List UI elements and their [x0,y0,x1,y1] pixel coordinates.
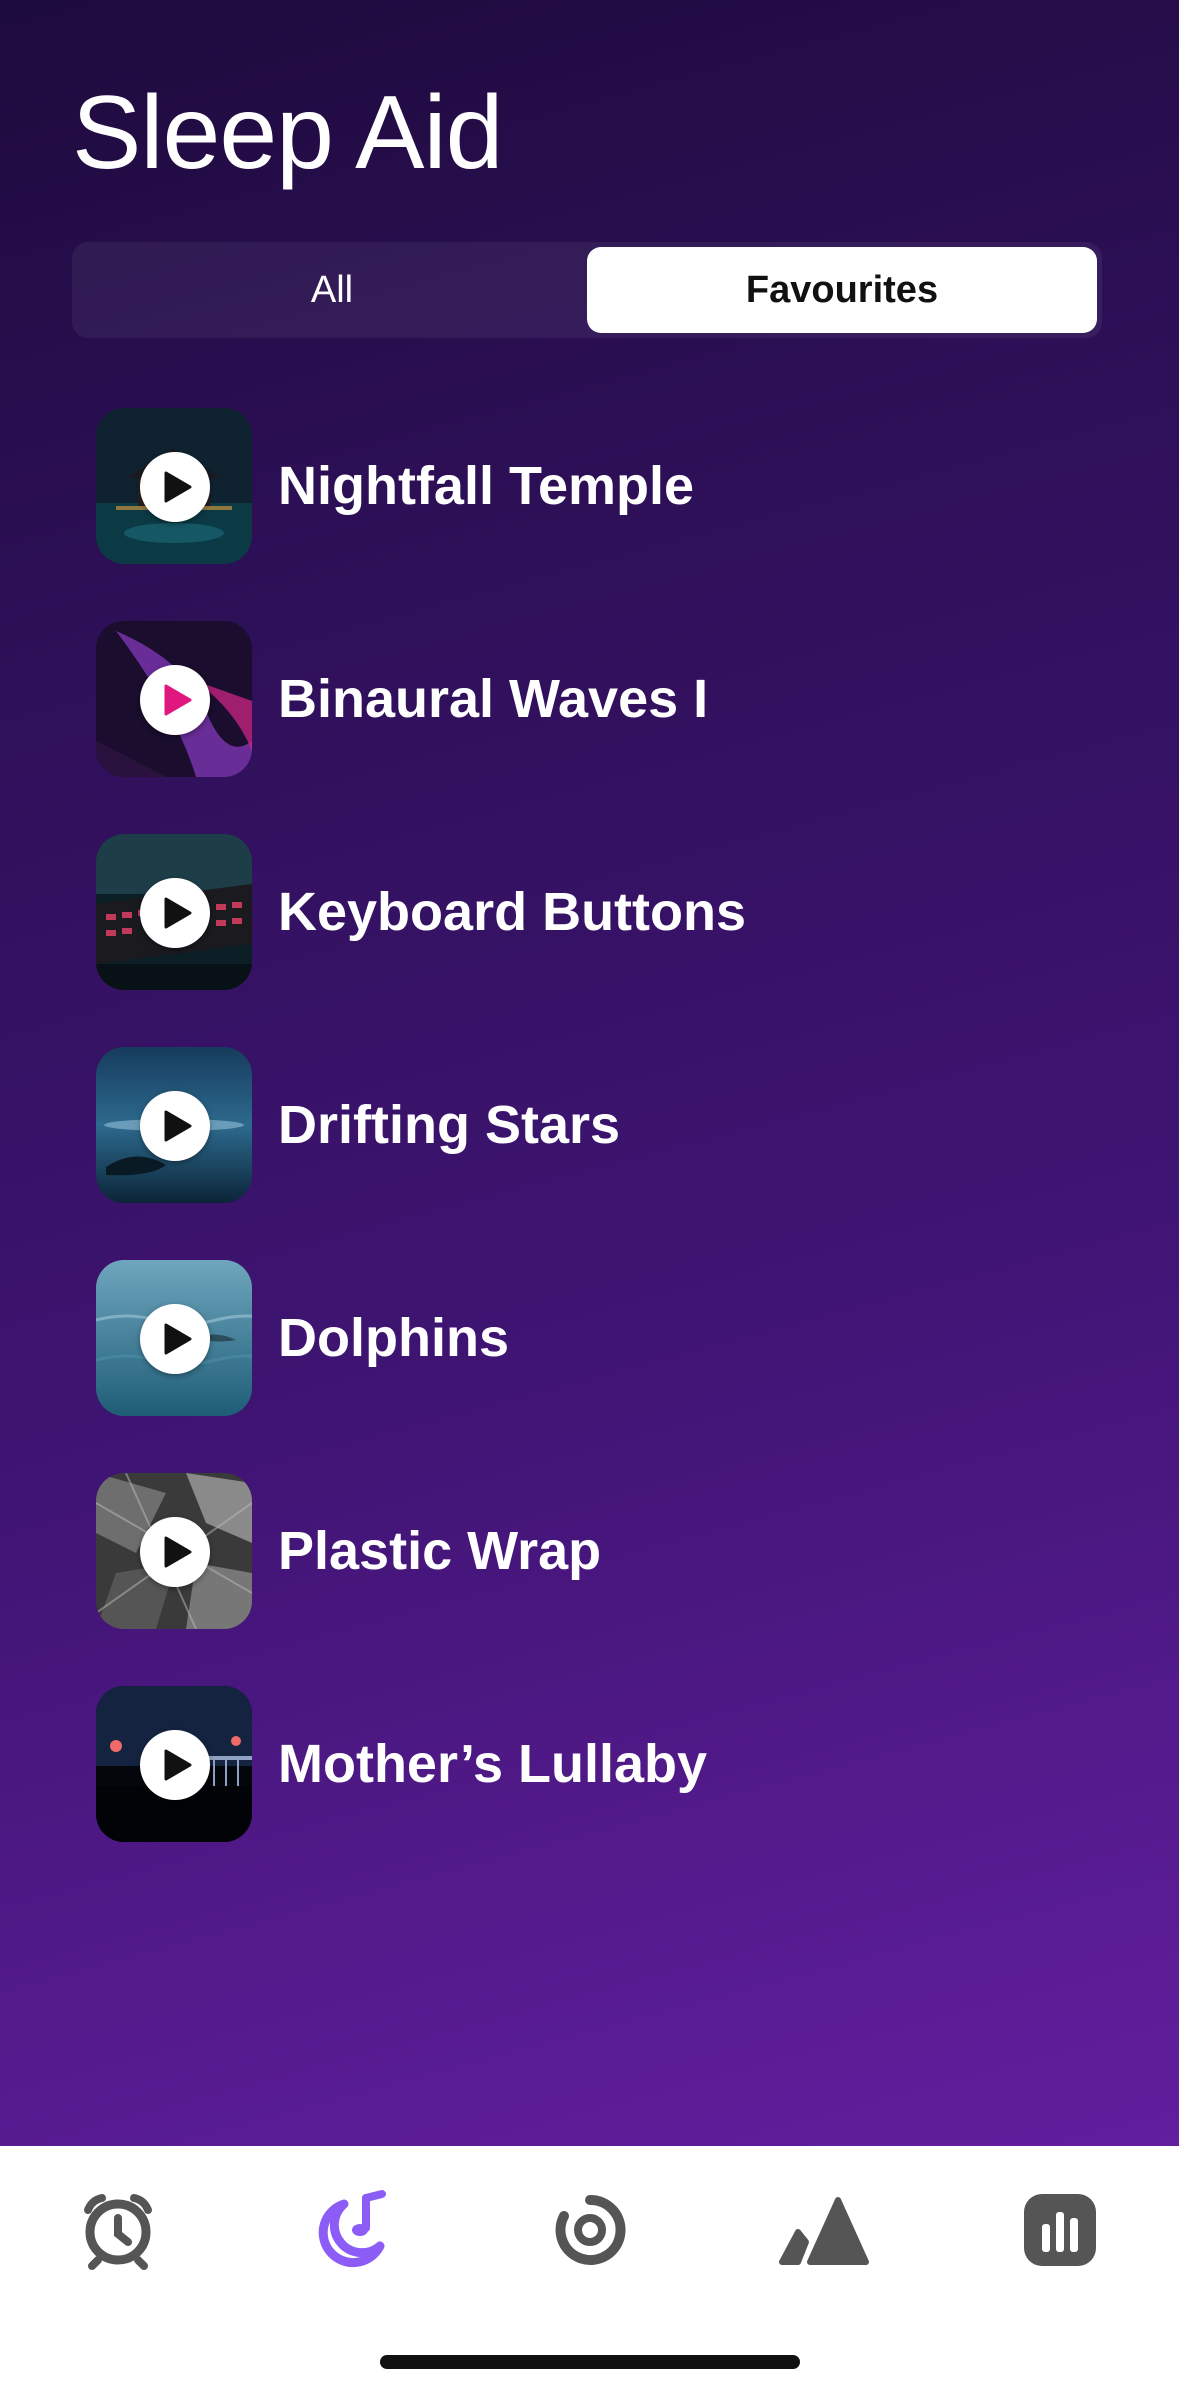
sound-item-mothers-lullaby[interactable]: Mother’s Lullaby [96,1686,1096,1842]
sound-thumbnail[interactable] [96,1260,252,1416]
sound-title: Binaural Waves I [278,669,709,729]
play-icon [164,1536,192,1568]
sound-thumbnail[interactable] [96,1473,252,1629]
play-button[interactable] [140,1304,210,1374]
sound-title: Nightfall Temple [278,456,695,516]
sound-thumbnail[interactable] [96,1686,252,1842]
segmented-control: All Favourites [72,242,1102,338]
sound-item-drifting-stars[interactable]: Drifting Stars [96,1047,1096,1203]
sound-title: Dolphins [278,1308,509,1368]
sleep-aid-screen: Sleep Aid All Favourites Nightfall Templ… [0,0,1179,2396]
play-button[interactable] [140,452,210,522]
tab-progress[interactable] [530,2170,650,2290]
tab-stats[interactable] [1000,2170,1120,2290]
sound-list: Nightfall Temple Binaural Waves I Keyboa… [96,408,1096,1899]
segment-all[interactable]: All [77,247,587,333]
alarm-clock-icon [84,2194,152,2270]
moon-music-icon [318,2190,386,2268]
sound-item-binaural-waves[interactable]: Binaural Waves I [96,621,1096,777]
play-button[interactable] [140,1517,210,1587]
progress-ring-icon [555,2194,626,2265]
sound-thumbnail[interactable] [96,834,252,990]
home-indicator [380,2355,800,2369]
tab-mountains[interactable] [764,2170,884,2290]
sound-title: Mother’s Lullaby [278,1734,708,1794]
tab-alarm[interactable] [58,2170,178,2290]
play-icon [164,1323,192,1355]
tab-sleep-aid[interactable] [292,2170,412,2290]
sound-thumbnail[interactable] [96,1047,252,1203]
play-icon [164,897,192,929]
sound-title: Drifting Stars [278,1095,621,1155]
play-icon [164,684,192,716]
play-icon [164,471,192,503]
sound-thumbnail[interactable] [96,621,252,777]
page-title: Sleep Aid [72,75,503,191]
sound-item-plastic-wrap[interactable]: Plastic Wrap [96,1473,1096,1629]
stats-icon [1024,2194,1096,2266]
segment-favourites[interactable]: Favourites [587,247,1097,333]
sound-thumbnail[interactable] [96,408,252,564]
play-button[interactable] [140,878,210,948]
play-button[interactable] [140,1091,210,1161]
sound-item-nightfall-temple[interactable]: Nightfall Temple [96,408,1096,564]
play-button[interactable] [140,1730,210,1800]
play-icon [164,1749,192,1781]
play-icon [164,1110,192,1142]
play-button[interactable] [140,665,210,735]
sound-item-dolphins[interactable]: Dolphins [96,1260,1096,1416]
sound-title: Plastic Wrap [278,1521,602,1581]
sound-item-keyboard-buttons[interactable]: Keyboard Buttons [96,834,1096,990]
sound-title: Keyboard Buttons [278,882,747,942]
mountains-icon [779,2197,869,2265]
